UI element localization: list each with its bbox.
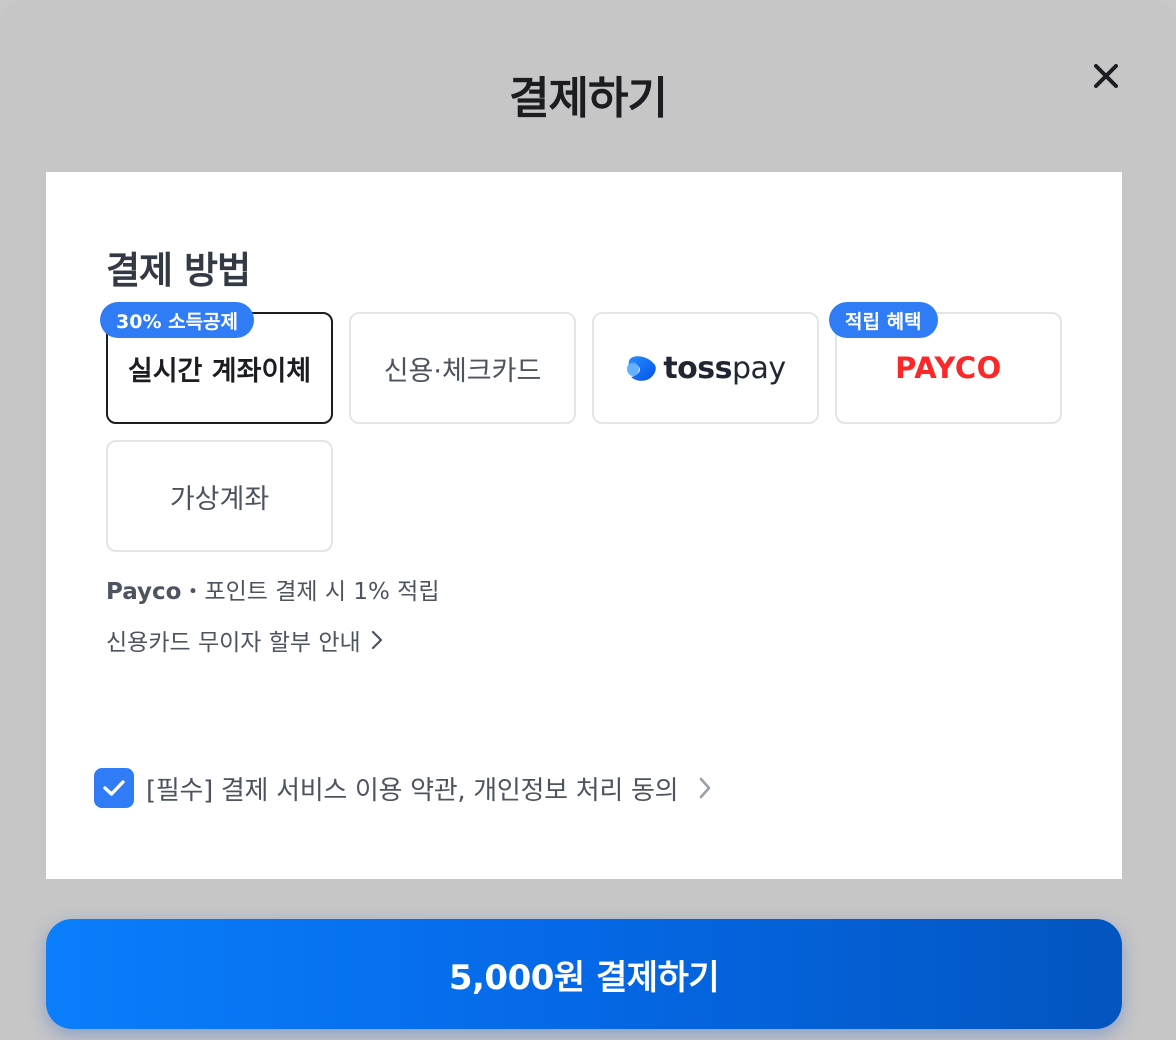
toss-label-bold: toss [663, 350, 732, 386]
payco-point-info: Payco・포인트 결제 시 1% 적립 [106, 572, 440, 606]
method-tosspay[interactable]: tosspay [592, 312, 819, 424]
check-icon [103, 780, 125, 796]
chevron-right-icon [371, 630, 382, 650]
toss-logo-icon [627, 356, 657, 381]
installment-label: 신용카드 무이자 할부 안내 [106, 630, 361, 656]
agree-label: [필수] 결제 서비스 이용 약관, 개인정보 처리 동의 [146, 775, 679, 806]
method-label: 실시간 계좌이체 [127, 355, 312, 387]
terms-agreement[interactable]: [필수] 결제 서비스 이용 약관, 개인정보 처리 동의 [94, 768, 712, 808]
method-label: 신용·체크카드 [383, 355, 542, 387]
method-label: 가상계좌 [169, 483, 270, 515]
chevron-right-icon [699, 777, 711, 799]
payco-point-text: ・포인트 결제 시 1% 적립 [181, 579, 440, 605]
agree-detail-button[interactable] [698, 776, 712, 800]
toss-label-rest: pay [731, 350, 786, 386]
badge-reward: 적립 혜택 [829, 302, 938, 338]
page-title: 결제하기 [509, 73, 668, 124]
badge-tax-deduction: 30% 소득공제 [100, 302, 255, 338]
installment-info-link[interactable]: 신용카드 무이자 할부 안내 [106, 623, 383, 657]
agree-checkbox[interactable] [94, 768, 134, 808]
tosspay-logo: tosspay [625, 350, 786, 386]
method-virtual-account[interactable]: 가상계좌 [106, 440, 333, 552]
payment-sheet: 결제하기 결제 방법 실시간 계좌이체 30% 소득공제 신용·체크카드 tos… [0, 0, 1176, 1040]
payco-logo: PAYCO [895, 351, 1002, 385]
close-button[interactable] [1086, 56, 1126, 96]
section-title: 결제 방법 [106, 249, 251, 292]
close-icon [1094, 64, 1118, 88]
payco-brand: Payco [106, 579, 182, 605]
payment-panel: 결제 방법 실시간 계좌이체 30% 소득공제 신용·체크카드 tosspay … [46, 172, 1122, 879]
pay-button[interactable]: 5,000원 결제하기 [46, 919, 1122, 1029]
method-card[interactable]: 신용·체크카드 [349, 312, 576, 424]
